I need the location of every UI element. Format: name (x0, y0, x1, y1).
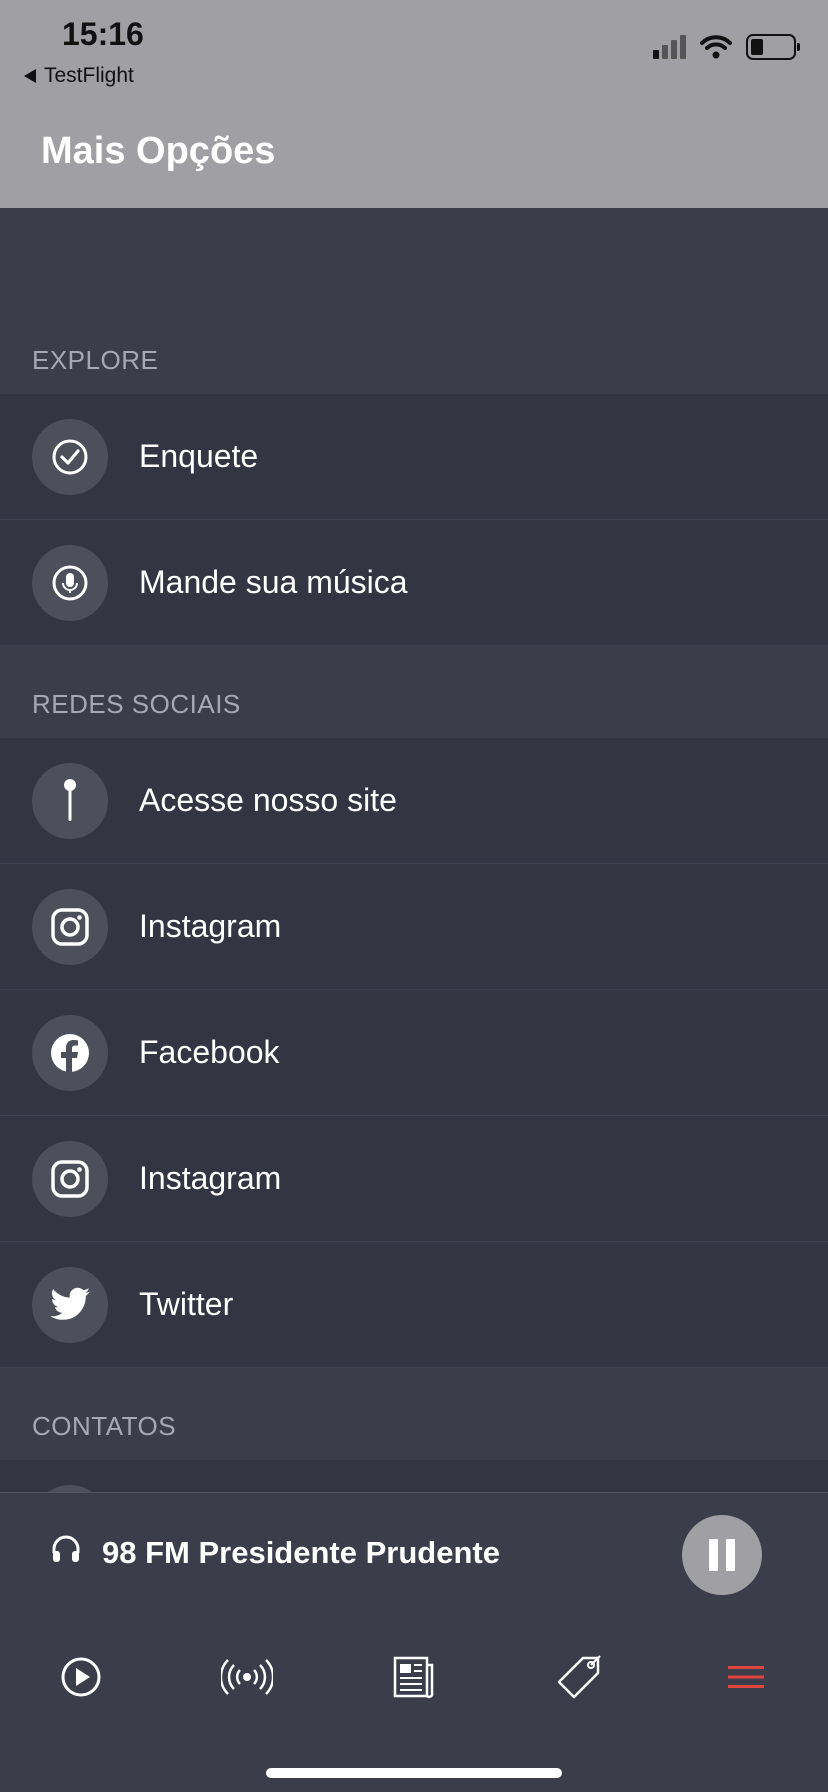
tab-play[interactable] (46, 1642, 116, 1712)
list-item-label: Mande sua música (139, 564, 408, 600)
play-circle-icon (61, 1657, 101, 1697)
section-header-contatos: CONTATOS (32, 1411, 177, 1441)
tab-news[interactable] (378, 1642, 448, 1712)
instagram-icon (32, 888, 108, 965)
list-item-label: Instagram (139, 908, 282, 944)
list-item-instagram[interactable]: Instagram (0, 1116, 828, 1242)
list-item-label: Enquete (139, 438, 259, 474)
list-item-label: Twitter (139, 1286, 234, 1322)
pause-button[interactable] (682, 1515, 762, 1595)
pause-icon-bar (726, 1539, 735, 1571)
list-item-label: Instagram (139, 1160, 282, 1196)
list-item-instagram[interactable]: Instagram (0, 864, 828, 990)
battery-icon (746, 34, 800, 60)
tag-icon (557, 1655, 601, 1699)
headphones-icon (52, 1535, 80, 1562)
section-header-redes-sociais: REDES SOCIAIS (32, 689, 241, 719)
instagram-icon (32, 1140, 108, 1217)
list-item-contato-partial[interactable] (0, 1460, 828, 1492)
station-name: 98 FM Presidente Prudente (102, 1535, 500, 1570)
list-item-acesse-nosso-site[interactable]: Acesse nosso site (0, 738, 828, 864)
pause-icon (709, 1539, 718, 1571)
tab-promotions[interactable] (544, 1642, 614, 1712)
list-item-twitter[interactable]: Twitter (0, 1242, 828, 1368)
microphone-icon (32, 544, 108, 621)
now-playing-bar[interactable]: 98 FM Presidente Prudente (0, 1492, 828, 1612)
tab-live[interactable] (212, 1642, 282, 1712)
cellular-signal-icon (653, 35, 686, 59)
back-to-app-link[interactable]: TestFlight (24, 64, 134, 88)
twitter-icon (32, 1266, 108, 1343)
options-list[interactable]: EXPLORE Enquete Mande sua música REDES S… (0, 208, 828, 1492)
list-item-facebook[interactable]: Facebook (0, 990, 828, 1116)
home-indicator (266, 1768, 562, 1778)
list-item-enquete[interactable]: Enquete (0, 394, 828, 520)
list-item-label: Facebook (139, 1034, 280, 1070)
back-app-label: TestFlight (44, 64, 134, 87)
section-header-explore: EXPLORE (32, 345, 159, 375)
tab-menu[interactable] (711, 1642, 781, 1712)
facebook-icon (32, 1014, 108, 1091)
status-icons (653, 34, 800, 60)
header: 15:16 TestFlight Mais Opções (0, 0, 828, 208)
list-item-label: Acesse nosso site (139, 782, 397, 818)
news-icon (393, 1656, 434, 1699)
tab-bar (0, 1612, 828, 1792)
page-title: Mais Opções (41, 130, 276, 172)
broadcast-icon (221, 1659, 273, 1695)
contact-icon (32, 1484, 108, 1492)
menu-icon (728, 1666, 764, 1688)
list-item-mande-sua-musica[interactable]: Mande sua música (0, 520, 828, 646)
check-circle-icon (32, 418, 108, 495)
status-time: 15:16 (62, 16, 144, 52)
wifi-icon (700, 35, 732, 59)
pin-icon (32, 762, 108, 839)
back-arrow-icon (24, 69, 36, 83)
